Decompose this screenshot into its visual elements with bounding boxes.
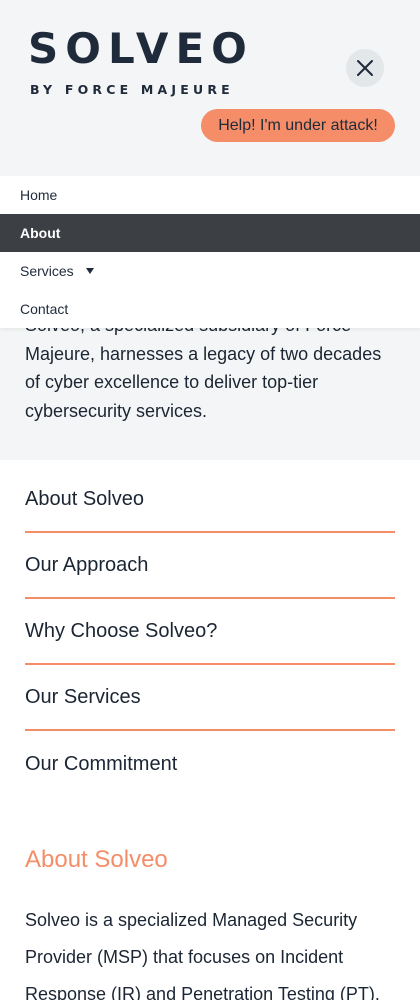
nav-item-label: Services bbox=[20, 263, 74, 279]
site-header: SOLVEO BY FORCE MAJEURE Help! I'm under … bbox=[0, 0, 420, 176]
accordion-item-our-approach[interactable]: Our Approach bbox=[25, 533, 395, 599]
nav-item-contact[interactable]: Contact bbox=[0, 290, 420, 328]
accordion-item-label: Why Choose Solveo? bbox=[25, 619, 218, 642]
mobile-nav-menu: Home About Services Contact bbox=[0, 176, 420, 328]
accordion-item-label: About Solveo bbox=[25, 487, 144, 510]
accordion-item-about-solveo[interactable]: About Solveo bbox=[25, 467, 395, 533]
nav-item-about[interactable]: About bbox=[0, 214, 420, 252]
accordion-item-label: Our Commitment bbox=[25, 752, 178, 775]
intro-text: Solveo, a specialized subsidiary of Forc… bbox=[25, 315, 382, 421]
accordion-item-label: Our Approach bbox=[25, 553, 149, 576]
accordion-item-our-commitment[interactable]: Our Commitment bbox=[25, 731, 395, 797]
logo-tagline: BY FORCE MAJEURE bbox=[30, 82, 234, 97]
nav-item-label: Contact bbox=[20, 301, 69, 317]
solveo-logo[interactable]: SOLVEO BY FORCE MAJEURE bbox=[28, 28, 248, 98]
nav-item-services[interactable]: Services bbox=[0, 252, 420, 290]
about-accordion: About Solveo Our Approach Why Choose Sol… bbox=[25, 467, 395, 797]
logo-wordmark: SOLVEO bbox=[28, 24, 254, 73]
close-icon bbox=[357, 60, 373, 76]
nav-item-label: About bbox=[20, 225, 61, 241]
nav-item-home[interactable]: Home bbox=[0, 176, 420, 214]
close-menu-button[interactable] bbox=[346, 49, 384, 87]
nav-item-label: Home bbox=[20, 187, 58, 203]
accordion-item-our-services[interactable]: Our Services bbox=[25, 665, 395, 731]
caret-down-icon[interactable] bbox=[85, 268, 94, 274]
under-attack-button[interactable]: Help! I'm under attack! bbox=[201, 109, 395, 142]
section-body-text: Solveo is a specialized Managed Security… bbox=[25, 910, 380, 1000]
accordion-item-why-choose-solveo[interactable]: Why Choose Solveo? bbox=[25, 599, 395, 665]
section-title: About Solveo bbox=[25, 846, 168, 873]
accordion-item-label: Our Services bbox=[25, 685, 141, 708]
